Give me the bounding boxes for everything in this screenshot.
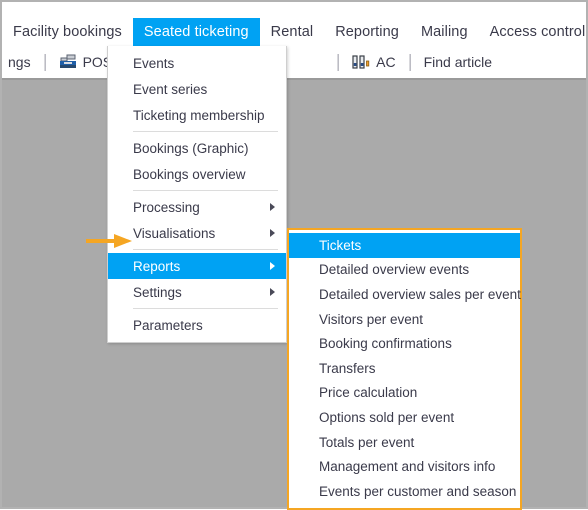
- menu-item-visualisations[interactable]: Visualisations: [108, 220, 286, 246]
- cash-register-icon: [59, 54, 77, 70]
- main-toolbar: ngs POS AC Find article: [2, 46, 586, 78]
- menubar-label: Reporting: [335, 24, 399, 40]
- menu-item-label: Processing: [133, 199, 200, 215]
- chevron-right-icon: [270, 262, 275, 270]
- window-border-top: [0, 0, 588, 2]
- submenu-item-events-per-customer-and-season[interactable]: Events per customer and season: [289, 479, 520, 504]
- menubar-item-seated-ticketing[interactable]: Seated ticketing: [132, 18, 260, 46]
- chevron-right-icon: [270, 229, 275, 237]
- menu-item-reports[interactable]: Reports: [108, 253, 286, 279]
- toolbar-ac-label: AC: [376, 54, 396, 70]
- menu-item-bookings-graphic[interactable]: Bookings (Graphic): [108, 135, 286, 161]
- menu-item-label: Settings: [133, 284, 182, 300]
- toolbar-truncated-label: ngs: [8, 54, 31, 70]
- submenu-item-options-sold-per-event[interactable]: Options sold per event: [289, 405, 520, 430]
- application-window: Facility bookings Seated ticketing Renta…: [0, 0, 588, 510]
- submenu-item-label: Detailed overview events: [319, 262, 470, 278]
- submenu-item-transfers[interactable]: Transfers: [289, 356, 520, 381]
- menu-item-ticketing-membership[interactable]: Ticketing membership: [108, 102, 286, 128]
- submenu-item-booking-confirmations[interactable]: Booking confirmations: [289, 331, 520, 356]
- toolbar-button-find-article[interactable]: Find article: [418, 52, 498, 72]
- menu-item-label: Ticketing membership: [133, 107, 265, 123]
- menu-item-bookings-overview[interactable]: Bookings overview: [108, 161, 286, 187]
- submenu-item-label: Events per customer and season: [319, 483, 517, 499]
- chevron-right-icon: [270, 203, 275, 211]
- menubar-label: Facility bookings: [13, 24, 122, 40]
- menu-item-event-series[interactable]: Event series: [108, 76, 286, 102]
- menubar-label: Access control: [489, 24, 586, 40]
- seated-ticketing-dropdown-menu: Events Event series Ticketing membership…: [107, 46, 287, 343]
- toolbar-separator: [43, 53, 46, 71]
- submenu-item-detailed-overview-sales-per-event[interactable]: Detailed overview sales per event: [289, 282, 521, 307]
- submenu-item-label: Booking confirmations: [319, 336, 452, 352]
- main-menu-bar: Facility bookings Seated ticketing Renta…: [2, 18, 586, 46]
- submenu-item-management-and-visitors-info[interactable]: Management and visitors info: [289, 454, 520, 479]
- toolbar-separator: [408, 53, 411, 71]
- submenu-item-tickets[interactable]: Tickets: [289, 233, 520, 258]
- submenu-item-label: Tickets: [319, 237, 362, 253]
- toolbar-find-article-label: Find article: [423, 54, 493, 70]
- submenu-item-label: Detailed overview sales per event: [319, 286, 521, 302]
- menu-item-label: Bookings (Graphic): [133, 140, 249, 156]
- menubar-label: Mailing: [420, 24, 468, 40]
- toolbar-divider: [2, 78, 586, 80]
- menu-item-label: Events: [133, 55, 175, 71]
- menubar-item-access-control[interactable]: Access control: [479, 18, 588, 46]
- menu-separator: [133, 308, 278, 309]
- menu-item-label: Bookings overview: [133, 166, 246, 182]
- submenu-item-label: Totals per event: [319, 434, 415, 450]
- menubar-item-rental[interactable]: Rental: [260, 18, 325, 46]
- toolbar-button-ac[interactable]: AC: [346, 52, 401, 72]
- menu-item-processing[interactable]: Processing: [108, 194, 286, 220]
- toolbar-separator: [337, 53, 340, 71]
- menubar-item-mailing[interactable]: Mailing: [410, 18, 479, 46]
- submenu-item-label: Options sold per event: [319, 409, 455, 425]
- menubar-item-facility-bookings[interactable]: Facility bookings: [2, 18, 133, 46]
- menu-item-label: Reports: [133, 258, 181, 274]
- menubar-label: Rental: [270, 24, 314, 40]
- submenu-item-price-calculation[interactable]: Price calculation: [289, 381, 520, 406]
- submenu-item-label: Management and visitors info: [319, 459, 496, 475]
- menu-separator: [133, 190, 278, 191]
- turnstile-icon: [352, 54, 370, 70]
- submenu-item-label: Visitors per event: [319, 311, 424, 327]
- submenu-item-visitors-per-event[interactable]: Visitors per event: [289, 307, 520, 332]
- reports-submenu: Tickets Detailed overview events Detaile…: [287, 228, 522, 510]
- menu-item-label: Visualisations: [133, 225, 216, 241]
- submenu-item-label: Transfers: [319, 360, 376, 376]
- menu-separator: [133, 131, 278, 132]
- menu-item-label: Parameters: [133, 317, 203, 333]
- menu-item-label: Event series: [133, 81, 208, 97]
- submenu-item-totals-per-event[interactable]: Totals per event: [289, 430, 520, 455]
- submenu-item-detailed-overview-events[interactable]: Detailed overview events: [289, 258, 520, 283]
- menubar-item-reporting[interactable]: Reporting: [324, 18, 410, 46]
- menu-item-events[interactable]: Events: [108, 50, 286, 76]
- chevron-right-icon: [270, 288, 275, 296]
- menubar-label: Seated ticketing: [143, 24, 249, 40]
- menu-item-settings[interactable]: Settings: [108, 279, 286, 305]
- menu-separator: [133, 249, 278, 250]
- submenu-item-label: Price calculation: [319, 385, 418, 401]
- menu-item-parameters[interactable]: Parameters: [108, 312, 286, 338]
